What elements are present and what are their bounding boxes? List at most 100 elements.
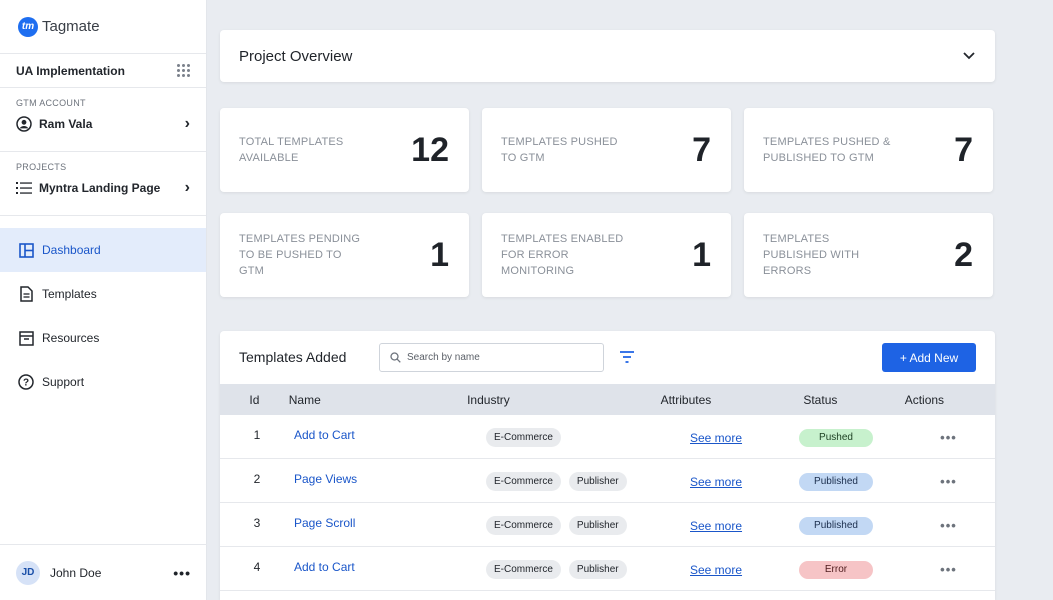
document-icon (18, 286, 34, 302)
attributes-cell: See more (690, 561, 770, 577)
chevron-right-icon[interactable]: › (185, 115, 190, 133)
column-header-id[interactable]: Id (220, 393, 289, 407)
table-row: 4 Add to Cart E-Commerce Publisher See m… (220, 547, 995, 591)
industry-tag: E-Commerce (486, 560, 561, 579)
status-cell: Published (770, 471, 902, 491)
template-name-link[interactable]: Page Views (294, 459, 486, 486)
template-name-link[interactable]: Add to Cart (294, 415, 486, 442)
stat-value: 7 (954, 130, 973, 169)
attributes-cell: See more (690, 429, 770, 445)
sidebar-item-templates[interactable]: Templates (0, 272, 206, 316)
gtm-account-selector[interactable]: Ram Vala › (16, 115, 190, 133)
see-more-link[interactable]: See more (690, 563, 742, 577)
status-badge: Error (799, 560, 873, 579)
column-header-status[interactable]: Status (787, 393, 854, 407)
stat-label: TEMPLATES PENDING TO BE PUSHED TO GTM (239, 233, 361, 277)
tagmate-logo-icon: tm (18, 16, 38, 37)
implementation-name: UA Implementation (16, 63, 125, 78)
industry-tag: E-Commerce (486, 428, 561, 447)
stat-label: TEMPLATES PUBLISHED WITH ERRORS (763, 233, 860, 277)
app-name: Tagmate (42, 18, 100, 35)
search-box[interactable] (379, 343, 604, 372)
sidebar-item-dashboard[interactable]: Dashboard (0, 228, 206, 272)
sidebar-item-support[interactable]: ? Support (0, 360, 206, 404)
sidebar: tm Tagmate UA Implementation GTM ACCOUNT… (0, 0, 207, 600)
search-icon (390, 352, 401, 363)
account-circle-icon (16, 116, 32, 132)
user-profile[interactable]: JD John Doe ••• (0, 544, 207, 600)
gtm-account-name: Ram Vala (39, 117, 93, 131)
industry-tag: Publisher (568, 472, 627, 491)
industry-tags: E-Commerce Publisher (486, 514, 690, 535)
row-actions-icon[interactable]: ••• (902, 560, 995, 577)
help-icon: ? (18, 374, 34, 390)
industry-tags: E-Commerce (486, 426, 690, 447)
implementation-selector[interactable]: UA Implementation (0, 54, 206, 88)
project-overview-header[interactable]: Project Overview (220, 30, 995, 82)
stat-label: TEMPLATES PUSHED TO GTM (501, 136, 618, 164)
stat-card-pushed: TEMPLATES PUSHED TO GTM 7 (482, 108, 731, 192)
sidebar-item-resources[interactable]: Resources (0, 316, 206, 360)
search-input[interactable] (407, 352, 597, 363)
sidebar-item-label: Resources (42, 331, 100, 345)
column-header-name[interactable]: Name (289, 393, 467, 407)
sidebar-item-label: Support (42, 375, 85, 389)
status-cell: Error (770, 559, 902, 579)
sidebar-item-label: Dashboard (42, 243, 101, 257)
stat-label: TEMPLATES ENABLED FOR ERROR MONITORING (501, 233, 624, 277)
status-badge: Published (799, 472, 873, 491)
row-actions-icon[interactable]: ••• (902, 516, 995, 533)
column-header-industry[interactable]: Industry (467, 393, 657, 407)
stat-card-published-errors: TEMPLATES PUBLISHED WITH ERRORS 2 (744, 213, 993, 297)
status-cell: Pushed (770, 427, 902, 447)
stat-value: 12 (411, 130, 449, 169)
project-name: Myntra Landing Page (39, 181, 161, 195)
industry-tag: E-Commerce (486, 472, 561, 491)
row-actions-icon[interactable]: ••• (902, 428, 995, 445)
app-logo[interactable]: tm Tagmate (0, 0, 206, 54)
column-header-actions[interactable]: Actions (854, 393, 995, 407)
see-more-link[interactable]: See more (690, 431, 742, 445)
filter-icon[interactable] (618, 349, 636, 365)
table-header: Id Name Industry Attributes Status Actio… (220, 384, 995, 415)
row-id: 2 (253, 472, 261, 486)
more-options-icon[interactable]: ••• (173, 565, 191, 581)
table-row: 1 Add to Cart E-Commerce See more Pushed… (220, 415, 995, 459)
gtm-account-section: GTM ACCOUNT Ram Vala › (0, 88, 206, 152)
apps-grid-icon[interactable] (177, 64, 190, 77)
row-actions-icon[interactable]: ••• (902, 472, 995, 489)
industry-tags: E-Commerce Publisher (486, 470, 690, 491)
page-title: Project Overview (239, 47, 353, 65)
chevron-down-icon[interactable] (963, 52, 975, 60)
stat-label: TOTAL TEMPLATES AVAILABLE (239, 136, 344, 164)
stat-card-error-monitoring: TEMPLATES ENABLED FOR ERROR MONITORING 1 (482, 213, 731, 297)
projects-label: PROJECTS (16, 162, 67, 172)
avatar: JD (16, 560, 40, 585)
stat-value: 1 (430, 235, 449, 274)
status-badge: Published (799, 516, 873, 535)
table-row: 2 Page Views E-Commerce Publisher See mo… (220, 459, 995, 503)
stat-card-pending: TEMPLATES PENDING TO BE PUSHED TO GTM 1 (220, 213, 469, 297)
template-name-link[interactable]: Add to Cart (294, 547, 486, 574)
sidebar-nav: Dashboard Templates Resources ? Support (0, 228, 206, 404)
row-id: 3 (253, 516, 261, 530)
projects-section: PROJECTS Myntra Landing Page › (0, 152, 206, 216)
chevron-right-icon[interactable]: › (185, 179, 190, 197)
add-new-button[interactable]: + Add New (882, 343, 976, 372)
archive-icon (18, 330, 34, 346)
project-selector[interactable]: Myntra Landing Page › (16, 179, 190, 197)
templates-title: Templates Added (239, 349, 347, 365)
status-cell: Published (770, 515, 902, 535)
industry-tags: E-Commerce Publisher (486, 558, 690, 579)
industry-tag: E-Commerce (486, 516, 561, 535)
stat-card-total-templates: TOTAL TEMPLATES AVAILABLE 12 (220, 108, 469, 192)
row-id: 4 (253, 560, 261, 574)
template-name-link[interactable]: Page Scroll (294, 503, 486, 530)
industry-tag: Publisher (568, 560, 627, 579)
gtm-account-label: GTM ACCOUNT (16, 98, 86, 108)
see-more-link[interactable]: See more (690, 475, 742, 489)
templates-table-card: Templates Added + Add New Id Name Indust… (220, 331, 995, 600)
column-header-attributes[interactable]: Attributes (657, 393, 787, 407)
industry-tag: Publisher (568, 516, 627, 535)
see-more-link[interactable]: See more (690, 519, 742, 533)
